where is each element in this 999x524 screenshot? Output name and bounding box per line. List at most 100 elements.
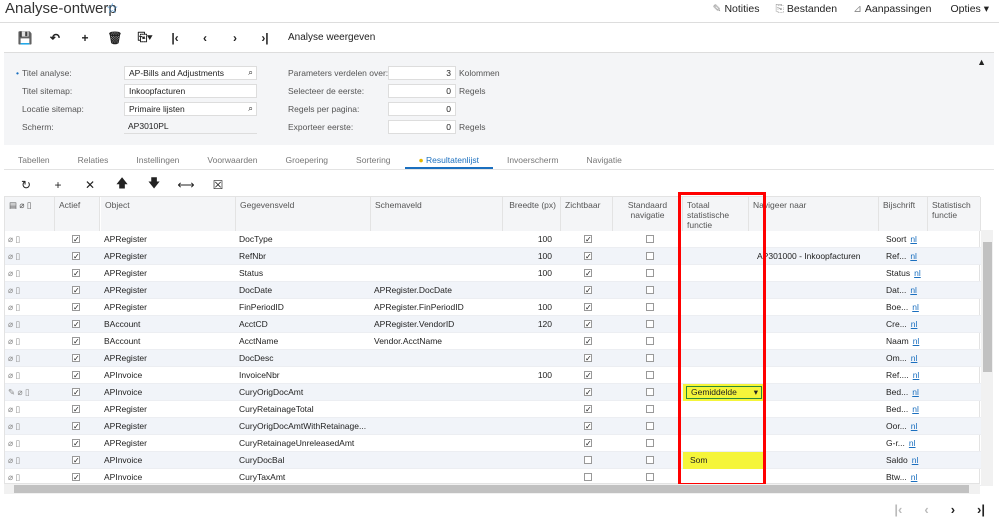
checkbox[interactable] <box>646 269 654 277</box>
table-row[interactable]: ⌀ ▯ ✓ APRegister RefNbr 100 ✓ AP301000 - Inkoo… <box>5 248 981 265</box>
tab-navigatie[interactable]: Navigatie <box>572 152 635 169</box>
language-link[interactable]: nl <box>909 438 916 448</box>
table-row[interactable]: ⌀ ▯ ✓ APRegister DocDate APRegister.DocDate ✓… <box>5 282 981 299</box>
table-row[interactable]: ⌀ ▯ ✓ APRegister CuryRetainageTotal ✓ Bed... n… <box>5 401 981 418</box>
default-nav-checkbox[interactable] <box>643 452 657 469</box>
field-input[interactable]: 0 <box>388 120 456 134</box>
checkbox[interactable]: ✓ <box>584 269 592 278</box>
visible-checkbox[interactable]: ✓ <box>581 435 595 452</box>
pager-button-0[interactable]: |‹ <box>894 502 902 517</box>
checkbox[interactable] <box>646 371 654 379</box>
language-link[interactable]: nl <box>911 319 918 329</box>
tab-sortering[interactable]: Sortering <box>342 152 405 169</box>
checkbox[interactable]: ✓ <box>584 354 592 363</box>
toolbar-icon-6[interactable]: ‹ <box>190 31 220 45</box>
table-row[interactable]: ⌀ ▯ ✓ APRegister DocType 100 ✓ Soort nl <box>5 231 981 248</box>
visible-checkbox[interactable]: ✓ <box>581 231 595 248</box>
toolbar-icon-1[interactable]: ↶ <box>40 31 70 45</box>
checkbox[interactable] <box>646 320 654 328</box>
active-checkbox[interactable]: ✓ <box>69 401 83 418</box>
toolbar-icon-3[interactable]: 🗑 <box>100 31 130 45</box>
active-checkbox[interactable]: ✓ <box>69 231 83 248</box>
field-input[interactable]: AP-Bills and Adjustments ⌕ <box>124 66 257 80</box>
checkbox-checked[interactable]: ✓ <box>72 388 80 397</box>
checkbox-checked[interactable]: ✓ <box>72 371 80 380</box>
search-icon[interactable]: ⌕ <box>248 103 253 114</box>
tab-resultatenlijst[interactable]: ● Resultatenlijst <box>404 152 493 169</box>
language-link[interactable]: nl <box>912 455 919 465</box>
language-link[interactable]: nl <box>913 336 920 346</box>
table-row[interactable]: ⌀ ▯ ✓ APInvoice InvoiceNbr 100 ✓ Ref.... nl <box>5 367 981 384</box>
field-input[interactable]: 0 <box>388 102 456 116</box>
visible-checkbox[interactable]: ✓ <box>581 367 595 384</box>
checkbox-checked[interactable]: ✓ <box>72 320 80 329</box>
toolbar-icon-2[interactable]: + <box>70 31 100 45</box>
table-row[interactable]: ✎ ⌀ ▯ ✓ APInvoice CuryOrigDocAmt ✓ Gemiddelde… <box>5 384 981 401</box>
checkbox-checked[interactable]: ✓ <box>72 286 80 295</box>
column-header[interactable]: Bijschrift <box>879 197 928 231</box>
checkbox[interactable] <box>646 422 654 430</box>
language-link[interactable]: nl <box>913 370 920 380</box>
checkbox[interactable] <box>646 388 654 396</box>
toplink-1[interactable]: ⎘ Bestanden <box>775 3 837 16</box>
checkbox[interactable] <box>646 235 654 243</box>
visible-checkbox[interactable]: ✓ <box>581 299 595 316</box>
active-checkbox[interactable]: ✓ <box>69 333 83 350</box>
tab-relaties[interactable]: Relaties <box>64 152 123 169</box>
default-nav-checkbox[interactable] <box>643 435 657 452</box>
checkbox-checked[interactable]: ✓ <box>72 439 80 448</box>
language-link[interactable]: nl <box>912 387 919 397</box>
checkbox[interactable] <box>646 405 654 413</box>
checkbox-checked[interactable]: ✓ <box>72 303 80 312</box>
toolbar-icon-8[interactable]: ›| <box>250 31 280 45</box>
pager-button-3[interactable]: ›| <box>977 502 985 517</box>
view-analysis-button[interactable]: Analyse weergeven <box>288 32 375 43</box>
grid-toolbar-icon-5[interactable]: ⟷ <box>170 178 202 192</box>
active-checkbox[interactable]: ✓ <box>69 350 83 367</box>
default-nav-checkbox[interactable] <box>643 316 657 333</box>
checkbox[interactable] <box>584 456 592 464</box>
toolbar-icon-7[interactable]: › <box>220 31 250 45</box>
checkbox-checked[interactable]: ✓ <box>72 252 80 261</box>
checkbox[interactable]: ✓ <box>584 320 592 329</box>
table-row[interactable]: ⌀ ▯ ✓ APRegister Status 100 ✓ Status nl <box>5 265 981 282</box>
default-nav-checkbox[interactable] <box>643 384 657 401</box>
checkbox-checked[interactable]: ✓ <box>72 422 80 431</box>
checkbox[interactable]: ✓ <box>584 286 592 295</box>
field-input[interactable]: 0 <box>388 84 456 98</box>
column-header[interactable]: Gegevensveld <box>236 197 371 231</box>
table-row[interactable]: ⌀ ▯ ✓ APRegister CuryOrigDocAmtWithRetainag… <box>5 418 981 435</box>
checkbox[interactable] <box>646 303 654 311</box>
column-header[interactable]: Object <box>101 197 236 231</box>
active-checkbox[interactable]: ✓ <box>69 452 83 469</box>
table-row[interactable]: ⌀ ▯ ✓ APRegister CuryRetainageUnreleasedAmt… <box>5 435 981 452</box>
toplink-3[interactable]: Opties ▾ <box>947 3 989 16</box>
checkbox[interactable]: ✓ <box>584 422 592 431</box>
language-link[interactable]: nl <box>912 404 919 414</box>
visible-checkbox[interactable]: ✓ <box>581 384 595 401</box>
toolbar-icon-5[interactable]: |‹ <box>160 31 190 45</box>
star-icon[interactable]: ☆ <box>106 0 119 17</box>
grid-toolbar-icon-4[interactable]: 🡇 <box>138 174 170 195</box>
active-checkbox[interactable]: ✓ <box>69 435 83 452</box>
active-checkbox[interactable]: ✓ <box>69 248 83 265</box>
tab-voorwaarden[interactable]: Voorwaarden <box>193 152 271 169</box>
checkbox[interactable]: ✓ <box>584 303 592 312</box>
column-header[interactable]: Actief <box>55 197 100 231</box>
active-checkbox[interactable]: ✓ <box>69 367 83 384</box>
field-input[interactable]: 3 <box>388 66 456 80</box>
toolbar-icon-0[interactable]: 💾 <box>10 31 40 45</box>
checkbox[interactable]: ✓ <box>584 371 592 380</box>
visible-checkbox[interactable]: ✓ <box>581 248 595 265</box>
visible-checkbox[interactable]: ✓ <box>581 350 595 367</box>
checkbox-checked[interactable]: ✓ <box>72 269 80 278</box>
language-link[interactable]: nl <box>910 234 917 244</box>
field-input[interactable]: AP3010PL <box>124 120 257 134</box>
column-header[interactable]: Schemaveld <box>371 197 503 231</box>
toplink-0[interactable]: ✎ Notities <box>713 3 760 16</box>
checkbox-checked[interactable]: ✓ <box>72 337 80 346</box>
checkbox[interactable]: ✓ <box>584 439 592 448</box>
checkbox[interactable]: ✓ <box>584 235 592 244</box>
language-link[interactable]: nl <box>911 421 918 431</box>
tab-groepering[interactable]: Groepering <box>272 152 343 169</box>
